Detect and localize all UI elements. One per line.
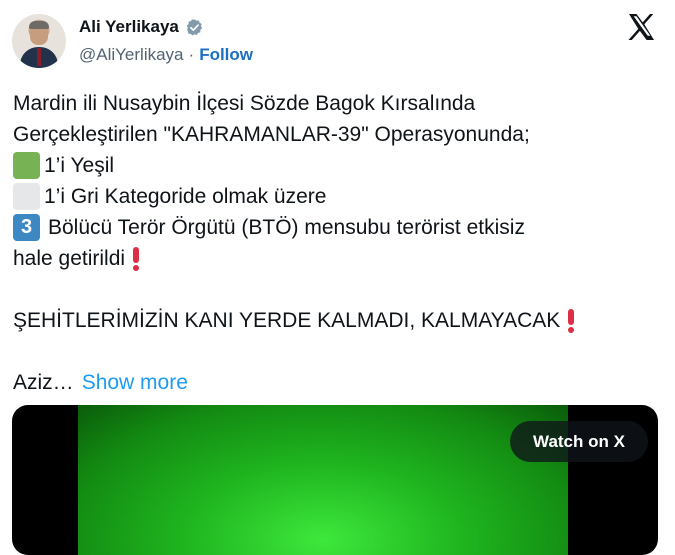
tweet-line: hale getirildi	[13, 243, 663, 274]
tweet-text: Mardin ili Nusaybin İlçesi Sözde Bagok K…	[13, 88, 663, 398]
keycap-digit-icon: 3	[13, 214, 40, 241]
tweet-line-text: Aziz…	[13, 371, 74, 394]
verified-badge-icon	[186, 18, 202, 35]
author-handle[interactable]: @AliYerlikaya	[79, 45, 184, 65]
tweet-line: Aziz… Show more	[13, 367, 663, 398]
follow-button[interactable]: Follow	[199, 45, 253, 65]
tweet-line: Gerçekleştirilen "KAHRAMANLAR-39" Operas…	[13, 123, 530, 146]
author-name-line: Ali Yerlikaya	[79, 17, 204, 37]
separator-dot: ·	[188, 45, 195, 64]
tweet-line: Mardin ili Nusaybin İlçesi Sözde Bagok K…	[13, 92, 476, 115]
avatar-tie	[37, 48, 41, 66]
avatar-hair	[29, 21, 49, 29]
grey-square-icon	[13, 183, 40, 210]
tweet-line: 1’i Gri Kategoride olmak üzere	[13, 181, 663, 212]
tweet-line-text: ŞEHİTLERİMİZİN KANI YERDE KALMADI, KALMA…	[13, 309, 561, 332]
tweet-line-text: 1’i Yeşil	[44, 154, 115, 177]
author-avatar[interactable]	[12, 14, 66, 68]
author-handle-line: @AliYerlikaya · Follow	[79, 45, 253, 65]
tweet-line: ŞEHİTLERİMİZİN KANI YERDE KALMADI, KALMA…	[13, 305, 663, 336]
exclamation-icon	[131, 245, 141, 272]
author-display-name[interactable]: Ali Yerlikaya	[79, 17, 179, 37]
green-square-icon	[13, 152, 40, 179]
tweet-line-text: hale getirildi	[13, 247, 126, 270]
tweet-line: 3 Bölücü Terör Örgütü (BTÖ) mensubu terö…	[13, 212, 663, 243]
x-logo-icon[interactable]	[626, 12, 656, 42]
video-frame	[78, 405, 568, 555]
tweet-line-text: 1’i Gri Kategoride olmak üzere	[44, 185, 327, 208]
exclamation-icon	[566, 307, 576, 334]
tweet-line: 1’i Yeşil	[13, 150, 663, 181]
show-more-link[interactable]: Show more	[82, 367, 188, 398]
tweet-line-text: Bölücü Terör Örgütü (BTÖ) mensubu teröri…	[48, 216, 525, 239]
watch-on-x-button[interactable]: Watch on X	[510, 421, 648, 462]
